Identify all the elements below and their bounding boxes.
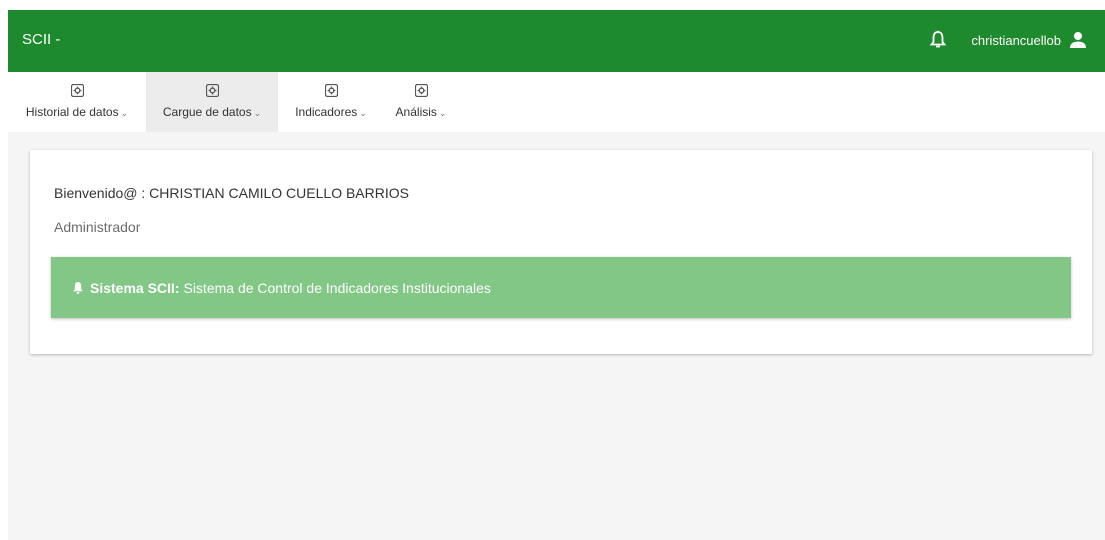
username-label: christiancuellob (971, 32, 1061, 48)
menu-label: Análisis (395, 105, 437, 119)
menu-indicadores[interactable]: Indicadores ⌄ (286, 72, 376, 132)
gear-box-icon (324, 84, 338, 97)
welcome-text: Bienvenido@ : CHRISTIAN CAMILO CUELLO BA… (54, 185, 409, 201)
main-menu: Historial de datos ⌄ Cargue de datos ⌄ Ind… (8, 72, 1105, 132)
chevron-down-icon: ⌄ (438, 108, 447, 118)
brand-title[interactable]: SCII - (22, 31, 60, 48)
chevron-down-icon: ⌄ (359, 108, 367, 118)
bell-icon[interactable] (929, 30, 947, 50)
info-alert: Sistema SCII: Sistema de Control de Indi… (51, 257, 1071, 318)
bell-icon (73, 281, 83, 294)
welcome-card: Bienvenido@ : CHRISTIAN CAMILO CUELLO BA… (30, 150, 1092, 354)
user-menu[interactable]: christiancuellob (971, 31, 1087, 49)
chevron-down-icon: ⌄ (120, 108, 129, 118)
alert-text: Sistema de Control de Indicadores Instit… (183, 279, 491, 296)
menu-cargue-de-datos[interactable]: Cargue de datos ⌄ (146, 72, 278, 132)
gear-box-icon (414, 84, 428, 97)
alert-title: Sistema SCII: (90, 279, 180, 296)
top-navbar: SCII - christiancuellob (8, 10, 1105, 72)
menu-analisis[interactable]: Análisis ⌄ (383, 72, 459, 132)
menu-historial-de-datos[interactable]: Historial de datos ⌄ (8, 72, 146, 132)
gear-box-icon (205, 84, 219, 97)
gear-box-icon (70, 84, 84, 97)
user-role: Administrador (54, 219, 141, 235)
app-frame: SCII - christiancuellob Historial de dat… (8, 10, 1105, 540)
menu-label: Cargue de datos (162, 105, 252, 119)
chevron-down-icon: ⌄ (253, 108, 262, 118)
user-icon (1070, 32, 1086, 48)
menu-label: Indicadores (295, 105, 358, 119)
menu-label: Historial de datos (25, 105, 119, 119)
